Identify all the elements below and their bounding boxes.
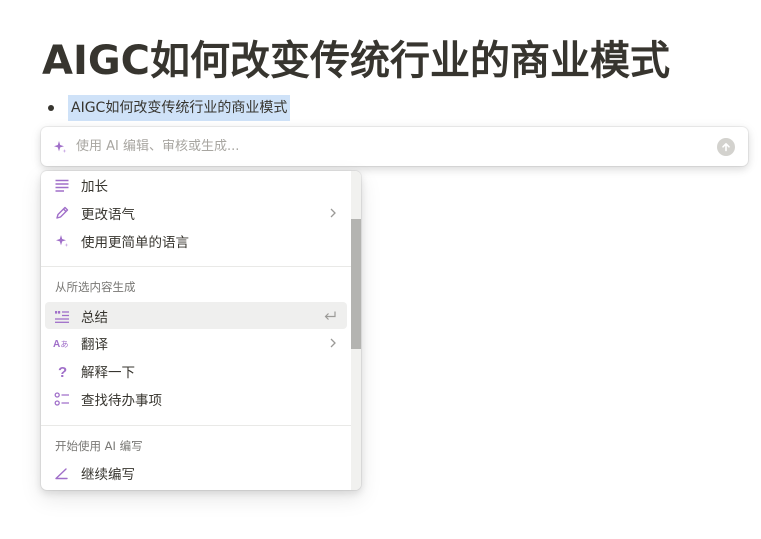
menu-item-label: 总结 [81, 309, 108, 326]
selected-bullet-text[interactable]: AIGC如何改变传统行业的商业模式 [68, 95, 291, 121]
menu-item-label: 使用更简单的语言 [81, 235, 189, 251]
menu-item-continue-writing[interactable]: 继续编写 [45, 461, 347, 485]
menu-item-label: 翻译 [81, 337, 108, 353]
submit-button[interactable] [717, 137, 735, 156]
bullet-dot [48, 105, 54, 111]
translate-icon: Aあ [53, 334, 71, 352]
ai-prompt-input[interactable] [76, 139, 717, 154]
sparkle-icon [53, 232, 71, 250]
bullet-item[interactable]: AIGC如何改变传统行业的商业模式 [48, 95, 291, 121]
section-label-write: 开始使用 AI 编写 [55, 439, 143, 453]
menu-item-lengthen[interactable]: 加长 [45, 173, 347, 197]
menu-scrollbar[interactable] [351, 171, 361, 490]
continue-writing-icon [53, 464, 71, 482]
menu-item-label: 加长 [81, 179, 108, 195]
svg-text:?: ? [58, 364, 67, 379]
menu-divider [41, 425, 351, 426]
menu-item-label: 继续编写 [81, 467, 135, 483]
todo-list-icon [53, 390, 71, 408]
menu-item-label: 解释一下 [81, 365, 135, 381]
chevron-right-icon [329, 208, 337, 218]
svg-text:あ: あ [61, 340, 69, 349]
arrow-up-icon [722, 142, 730, 151]
menu-item-translate[interactable]: Aあ 翻译 [45, 331, 347, 355]
menu-item-summarize[interactable]: 总结 [45, 302, 347, 329]
ai-prompt-bar[interactable] [41, 127, 748, 166]
menu-item-explain[interactable]: ? 解释一下 [45, 359, 347, 383]
quote-lines-icon [53, 307, 71, 325]
page-title[interactable]: AIGC如何改变传统行业的商业模式 [42, 34, 670, 88]
section-label-generate: 从所选内容生成 [55, 280, 136, 294]
svg-text:A: A [53, 339, 60, 350]
menu-item-simplify[interactable]: 使用更简单的语言 [45, 229, 347, 253]
ai-actions-menu: 加长 更改语气 使用更简单的语言 从所选内容生成 总结 A あ 翻译 ? 解释一… [41, 171, 361, 490]
menu-item-label: 查找待办事项 [81, 393, 162, 409]
pen-icon [53, 204, 71, 222]
menu-item-label: 更改语气 [81, 207, 135, 223]
sparkle-icon [52, 139, 68, 155]
menu-scrollbar-thumb[interactable] [351, 219, 361, 349]
question-icon: ? [53, 362, 71, 380]
menu-item-find-todos[interactable]: 查找待办事项 [45, 387, 347, 411]
lines-icon [53, 176, 71, 194]
chevron-right-icon [329, 338, 337, 348]
menu-item-change-tone[interactable]: 更改语气 [45, 201, 347, 225]
enter-icon [323, 310, 337, 322]
menu-divider [41, 266, 351, 267]
